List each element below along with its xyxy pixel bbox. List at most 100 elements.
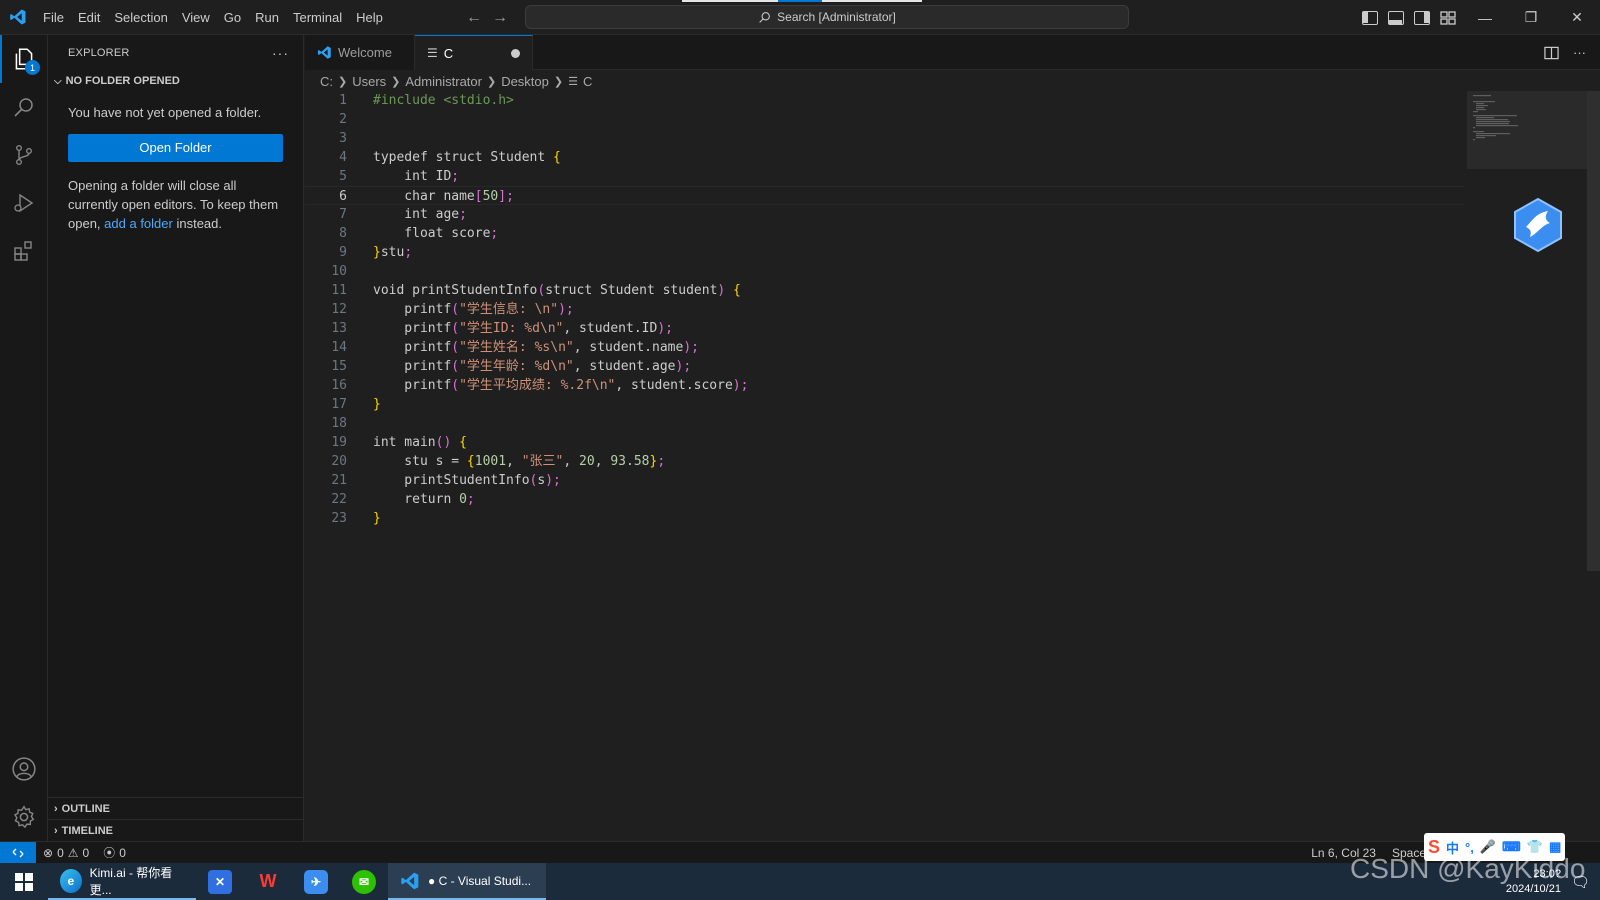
restore-icon[interactable]: ❐ xyxy=(1508,0,1554,35)
line-number: 19 xyxy=(331,435,347,450)
customize-layout-icon[interactable] xyxy=(1440,10,1456,25)
menu-go[interactable]: Go xyxy=(217,0,248,35)
chevron-right-icon: › xyxy=(54,824,58,837)
forward-arrow-icon[interactable]: → xyxy=(492,9,508,27)
line-number: 1 xyxy=(339,93,347,108)
window-controls: — ❐ ✕ xyxy=(1462,0,1600,35)
command-center-search[interactable]: Search [Administrator] xyxy=(525,5,1129,29)
ports-status[interactable]: ⦿ 0 xyxy=(96,844,133,861)
run-debug-view-button[interactable] xyxy=(0,179,48,227)
code-line[interactable]: 17} xyxy=(305,395,1465,414)
code-line[interactable]: 14 printf("学生姓名: %s\n", student.name); xyxy=(305,338,1465,357)
code-line[interactable]: 8 float score; xyxy=(305,224,1465,243)
no-folder-section-header[interactable]: ⌵ NO FOLDER OPENED xyxy=(48,70,303,92)
code-line[interactable]: 9}stu; xyxy=(305,243,1465,262)
timeline-title: TIMELINE xyxy=(61,824,114,837)
taskbar-edge-kimi[interactable]: e Kimi.ai - 帮你看更... xyxy=(48,863,196,900)
taskbar-label: Kimi.ai - 帮你看更... xyxy=(89,865,173,897)
minimize-icon[interactable]: — xyxy=(1462,0,1508,35)
toggle-primary-sidebar-icon[interactable] xyxy=(1362,10,1378,25)
taskbar-wechat[interactable]: ✉ xyxy=(340,863,388,900)
code-line[interactable]: 10 xyxy=(305,262,1465,281)
back-arrow-icon[interactable]: ← xyxy=(466,9,482,27)
menu-file[interactable]: File xyxy=(36,0,71,35)
breadcrumb-item[interactable]: Administrator xyxy=(405,74,482,89)
code-line[interactable]: 21 printStudentInfo(s); xyxy=(305,471,1465,490)
code-line[interactable]: 6 char name[50]; xyxy=(305,186,1465,205)
code-line[interactable]: 11 void printStudentInfo(struct Student s… xyxy=(305,281,1465,300)
explorer-view-button[interactable]: 1 xyxy=(0,35,48,83)
start-button[interactable] xyxy=(0,863,48,900)
sidebar-header: EXPLORER ··· xyxy=(48,35,303,70)
code-line[interactable]: 22 return 0; xyxy=(305,490,1465,509)
remote-indicator-icon[interactable] xyxy=(0,841,36,864)
wechat-icon: ✉ xyxy=(352,869,376,894)
broadcast-icon: ⦿ xyxy=(103,846,116,860)
code-line[interactable]: 2 xyxy=(305,110,1465,129)
add-folder-link[interactable]: add a folder xyxy=(104,216,173,231)
unsaved-dot-icon[interactable] xyxy=(511,48,520,58)
manage-button[interactable] xyxy=(0,793,48,841)
code-line[interactable]: 5 int ID; xyxy=(305,167,1465,186)
breadcrumb-item[interactable]: C xyxy=(583,74,592,89)
code-line[interactable]: 12 printf("学生信息: \n"); xyxy=(305,300,1465,319)
line-number: 14 xyxy=(331,340,347,355)
source-control-view-button[interactable] xyxy=(0,131,48,179)
accounts-button[interactable] xyxy=(0,745,48,793)
vertical-scrollbar[interactable] xyxy=(1587,91,1600,571)
more-actions-icon[interactable]: ··· xyxy=(1573,45,1586,60)
extensions-view-button[interactable] xyxy=(0,227,48,275)
minimap[interactable] xyxy=(1467,91,1587,169)
menu-run[interactable]: Run xyxy=(248,0,286,35)
kimi-floating-bird-icon[interactable] xyxy=(1512,197,1564,253)
line-content: } xyxy=(373,397,381,412)
code-line[interactable]: 16 printf("学生平均成绩: %.2f\n", student.scor… xyxy=(305,376,1465,395)
tab-welcome[interactable]: Welcome xyxy=(305,35,415,70)
tab-c-file[interactable]: ☰ C xyxy=(415,35,533,70)
windows-logo-icon xyxy=(15,872,33,891)
explorer-sidebar: EXPLORER ··· ⌵ NO FOLDER OPENED You have… xyxy=(48,35,304,841)
code-editor[interactable]: 1 #include <stdio.h> 2 3 4 typedef struct Stu… xyxy=(305,91,1465,831)
breadcrumb-item[interactable]: Users xyxy=(352,74,386,89)
timeline-section-header[interactable]: › TIMELINE xyxy=(48,819,304,841)
line-content: int ID; xyxy=(373,169,460,184)
line-number: 16 xyxy=(331,378,347,393)
menu-bar: File Edit Selection View Go Run Terminal… xyxy=(36,0,390,35)
gear-icon xyxy=(14,805,35,829)
code-line[interactable]: 19 int main() { xyxy=(305,433,1465,452)
line-number: 22 xyxy=(331,492,347,507)
code-line[interactable]: 15 printf("学生年龄: %d\n", student.age); xyxy=(305,357,1465,376)
code-line[interactable]: 7 int age; xyxy=(305,205,1465,224)
code-line[interactable]: 18 xyxy=(305,414,1465,433)
split-editor-icon[interactable] xyxy=(1544,46,1559,60)
breadcrumb-item[interactable]: Desktop xyxy=(501,74,549,89)
problems-status[interactable]: ⊗ 0 ⚠ 0 xyxy=(36,846,96,860)
toggle-panel-icon[interactable] xyxy=(1388,10,1404,25)
toggle-secondary-sidebar-icon[interactable] xyxy=(1414,10,1430,25)
taskbar-vscode[interactable]: ● C - Visual Studi... xyxy=(388,863,546,900)
code-line[interactable]: 23} xyxy=(305,509,1465,528)
code-line[interactable]: 20 stu s = {1001, "张三", 20, 93.58}; xyxy=(305,452,1465,471)
search-view-button[interactable] xyxy=(0,83,48,131)
code-line[interactable]: 1 #include <stdio.h> xyxy=(305,91,1465,110)
line-number: 8 xyxy=(339,226,347,241)
menu-terminal[interactable]: Terminal xyxy=(286,0,349,35)
menu-help[interactable]: Help xyxy=(349,0,390,35)
close-icon[interactable]: ✕ xyxy=(1554,0,1600,35)
taskbar-wps[interactable]: W xyxy=(244,863,292,900)
taskbar-kimi[interactable]: ✈ xyxy=(292,863,340,900)
taskbar-app[interactable]: ✕ xyxy=(196,863,244,900)
menu-view[interactable]: View xyxy=(175,0,217,35)
line-content: printf("学生ID: %d\n", student.ID); xyxy=(373,321,673,336)
outline-section-header[interactable]: › OUTLINE xyxy=(48,797,304,819)
open-folder-button[interactable]: Open Folder xyxy=(68,134,283,162)
code-line[interactable]: 3 xyxy=(305,129,1465,148)
code-line[interactable]: 13 printf("学生ID: %d\n", student.ID); xyxy=(305,319,1465,338)
menu-selection[interactable]: Selection xyxy=(107,0,174,35)
more-actions-icon[interactable]: ··· xyxy=(272,45,289,61)
breadcrumb-item[interactable]: C: xyxy=(320,74,333,89)
vscode-logo-icon xyxy=(0,0,36,35)
code-line[interactable]: 4 typedef struct Student { xyxy=(305,148,1465,167)
text-lines-icon: ☰ xyxy=(427,46,438,60)
menu-edit[interactable]: Edit xyxy=(71,0,107,35)
